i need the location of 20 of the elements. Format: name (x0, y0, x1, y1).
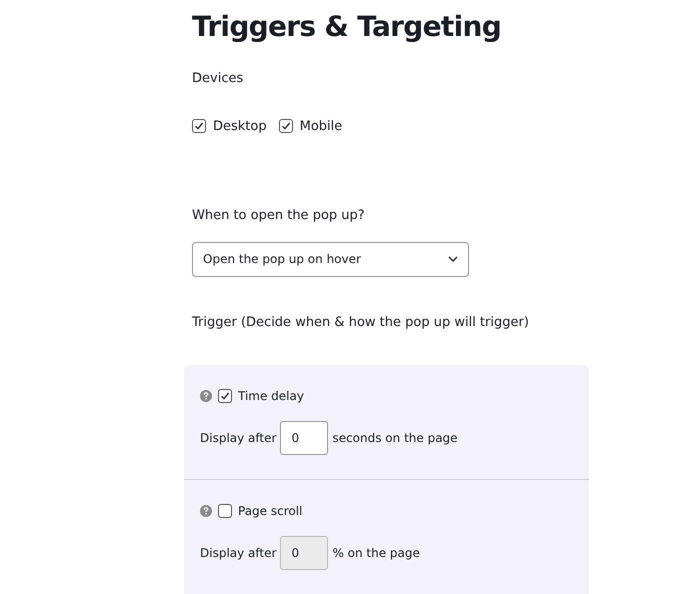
field-label: seconds on the page (332, 430, 458, 447)
field-label: Display after (200, 545, 276, 562)
checkbox-label: Page scroll (238, 503, 302, 520)
page-title: Triggers & Targeting (192, 10, 502, 44)
field-label: When to open the pop up? (192, 207, 366, 225)
checkbox[interactable] (192, 119, 206, 134)
field-label: Display after (200, 430, 276, 447)
section-label: Trigger (Decide when & how the pop up will trigger) (192, 314, 530, 332)
chevron-down-icon (448, 256, 458, 262)
help-icon (200, 390, 212, 402)
checkbox-label: Desktop (213, 118, 267, 136)
section-label: Devices (192, 70, 244, 88)
help-icon (200, 505, 212, 517)
dropdown[interactable]: Open the pop up on hover (192, 242, 469, 276)
checkbox[interactable] (278, 119, 293, 134)
field-label: % on the page (332, 545, 420, 562)
number-field[interactable]: 0 (280, 421, 328, 455)
checkbox-label: Mobile (300, 118, 342, 136)
checkbox-label: Time delay (238, 388, 304, 405)
checkbox[interactable] (218, 389, 232, 403)
